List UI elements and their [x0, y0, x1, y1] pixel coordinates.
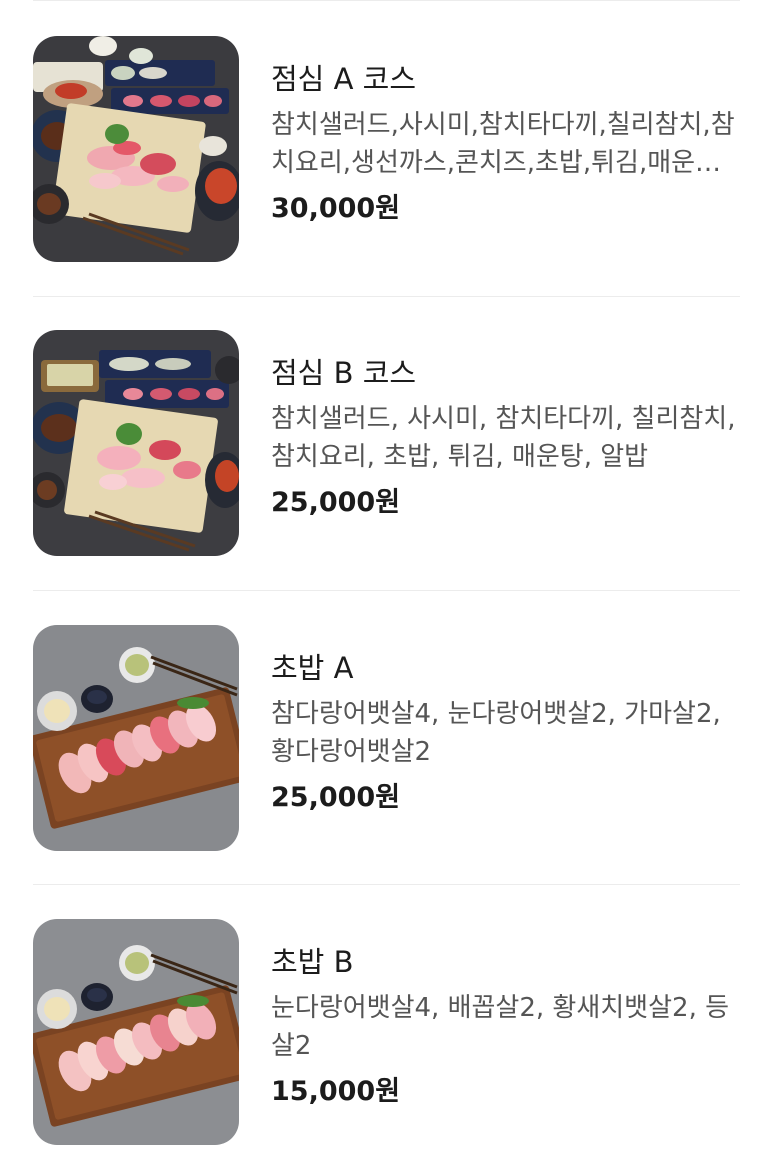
menu-item-sushi-b[interactable]: 초밥 B 눈다랑어뱃살4, 배꼽살2, 황새치뱃살2, 등살2 15,000원 [33, 919, 740, 1145]
menu-item-name: 초밥 B [271, 945, 354, 979]
divider [33, 296, 740, 297]
divider [33, 590, 740, 591]
menu-item-image [33, 919, 239, 1145]
menu-item-name: 점심 A 코스 [271, 62, 416, 96]
menu-item-description: 참다랑어뱃살4, 눈다랑어뱃살2, 가마살2, 황다랑어뱃살2 [271, 699, 721, 767]
menu-item-description: 눈다랑어뱃살4, 배꼽살2, 황새치뱃살2, 등살2 [271, 993, 730, 1061]
menu-item-image [33, 330, 239, 556]
menu-item-image [33, 36, 239, 262]
menu-item-price: 30,000원 [271, 193, 401, 224]
menu-item-lunch-b[interactable]: 점심 B 코스 참치샐러드, 사시미, 참치타다끼, 칠리참치, 참치요리, 초… [33, 330, 740, 556]
menu-item-image [33, 625, 239, 851]
divider [33, 0, 740, 1]
divider [33, 884, 740, 885]
menu-item-price: 25,000원 [271, 782, 401, 813]
menu-list: 점심 A 코스 참치샐러드,사시미,참치타다끼,칠리참치,참치요리,생선까스,콘… [0, 0, 773, 1175]
menu-item-name: 초밥 A [271, 651, 354, 685]
menu-item-lunch-a[interactable]: 점심 A 코스 참치샐러드,사시미,참치타다끼,칠리참치,참치요리,생선까스,콘… [33, 36, 740, 262]
menu-item-name: 점심 B 코스 [271, 356, 417, 390]
menu-item-sushi-a[interactable]: 초밥 A 참다랑어뱃살4, 눈다랑어뱃살2, 가마살2, 황다랑어뱃살2 25,… [33, 625, 740, 851]
menu-item-description: 참치샐러드,사시미,참치타다끼,칠리참치,참치요리,생선까스,콘치즈,초밥,튀김… [271, 110, 735, 178]
menu-item-description: 참치샐러드, 사시미, 참치타다끼, 칠리참치, 참치요리, 초밥, 튀김, 매… [271, 404, 736, 472]
menu-item-price: 15,000원 [271, 1076, 401, 1107]
menu-item-price: 25,000원 [271, 487, 401, 518]
